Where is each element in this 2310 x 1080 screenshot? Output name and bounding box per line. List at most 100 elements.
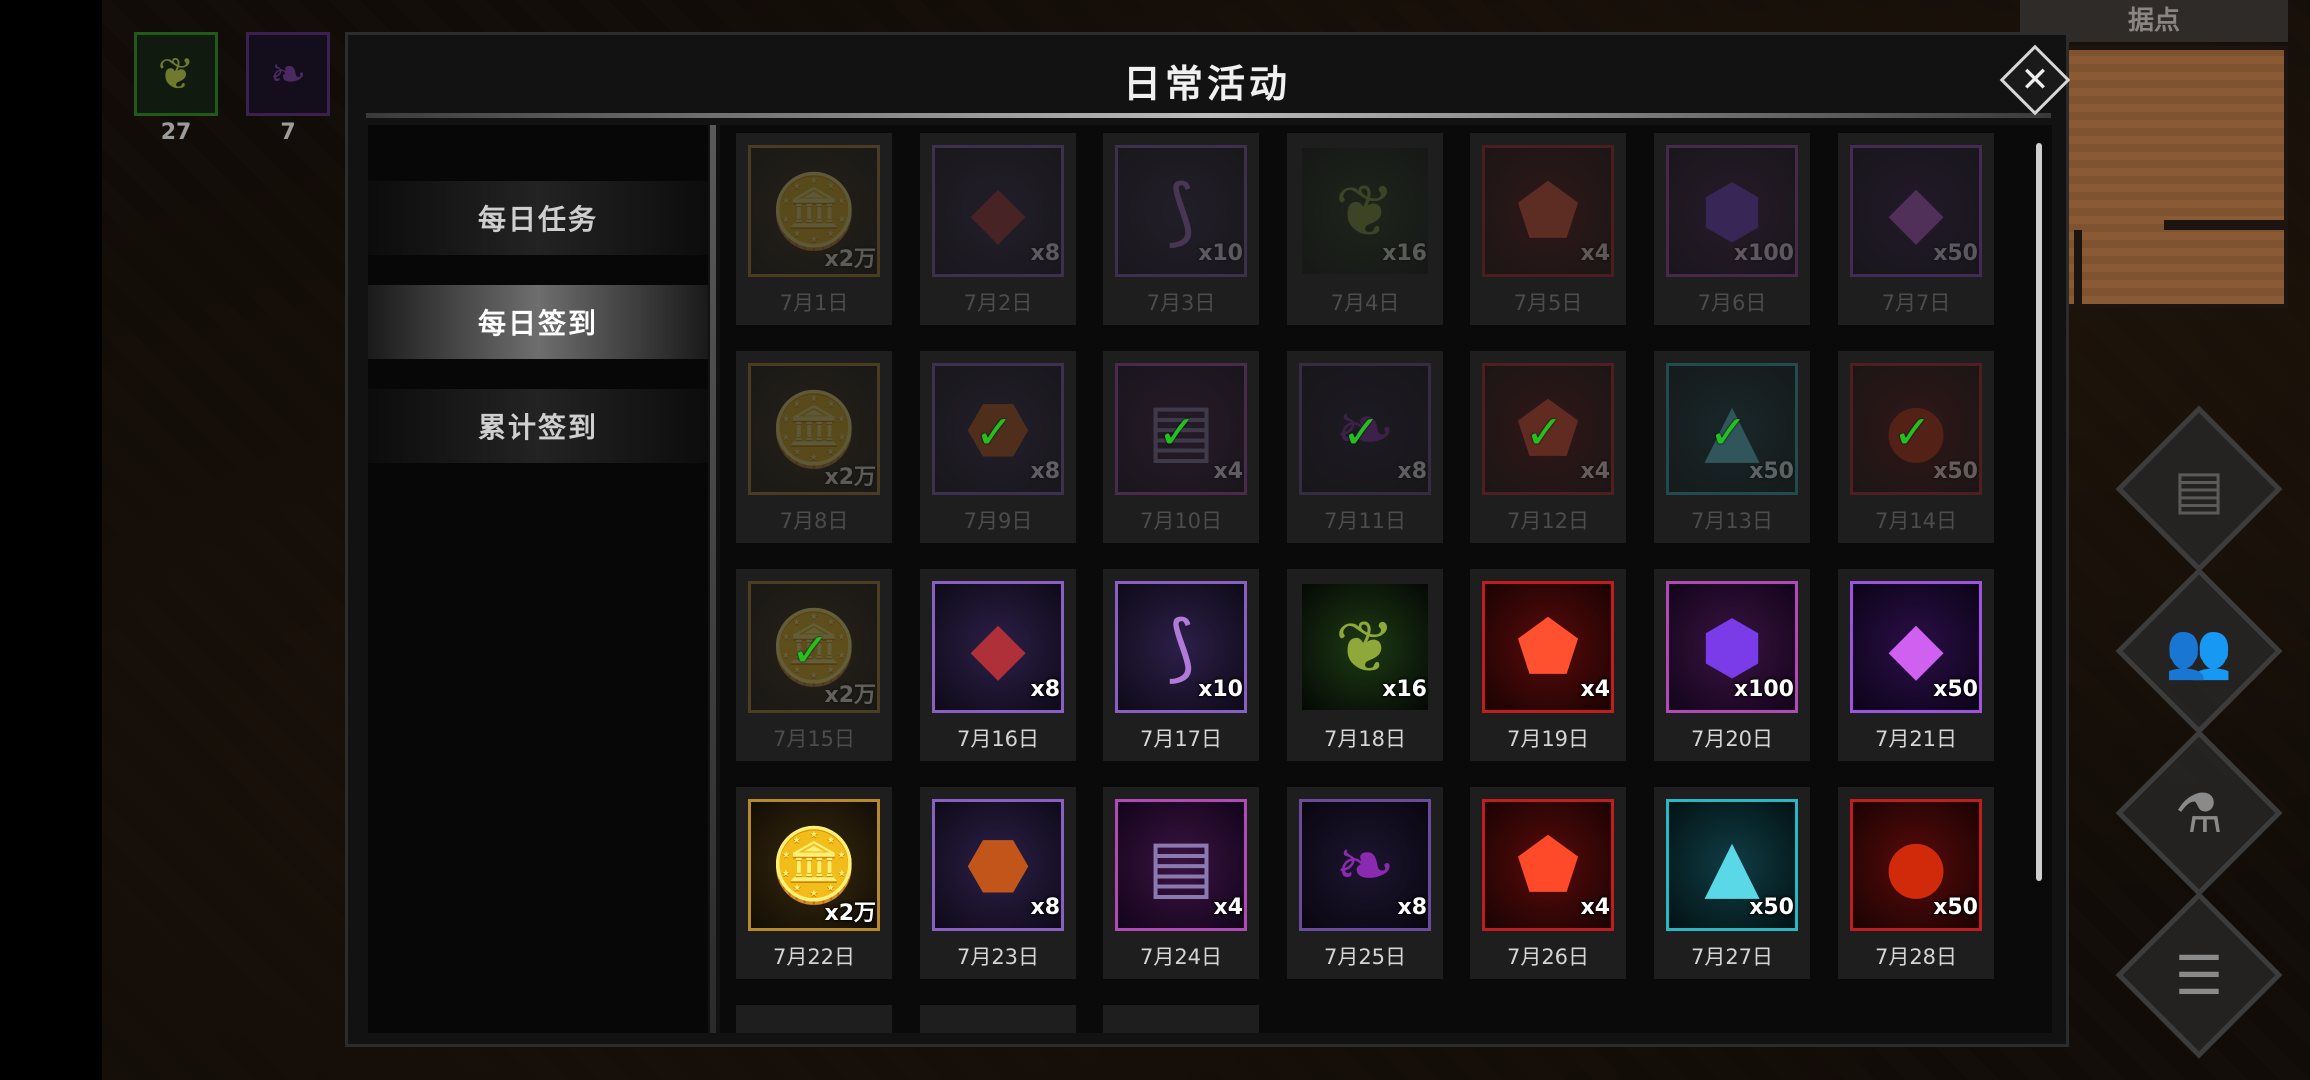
reward-cell[interactable]: ● x50 7月28日 — [1838, 787, 1994, 979]
reward-quantity: x8 — [1030, 895, 1061, 920]
reward-cell[interactable]: ● x50 7月14日 ✓ — [1838, 351, 1994, 543]
violet-diamond-icon: ◆ — [1888, 605, 1944, 689]
reward-cell[interactable]: ▲ x50 7月27日 — [1654, 787, 1810, 979]
reward-cell[interactable]: ❦ x16 7月4日 — [1287, 133, 1443, 325]
fire-crystal-icon: ⬟ — [1516, 605, 1580, 689]
reward-quantity: x16 — [1382, 677, 1427, 702]
seed-icon: ❦ — [157, 48, 195, 100]
party-icon: 👥 — [2165, 619, 2233, 682]
title-divider — [366, 113, 2051, 118]
reward-quantity: x2万 — [824, 683, 877, 708]
dialog-title: 日常活动 — [1122, 62, 1291, 106]
reward-quantity: x8 — [1397, 895, 1428, 920]
tab-cumulative-checkin[interactable]: 累计签到 — [368, 389, 708, 463]
reward-day-label: 7月17日 — [1139, 727, 1223, 751]
reward-quantity: x50 — [1933, 241, 1978, 266]
reward-quantity: x8 — [1030, 459, 1061, 484]
tab-daily-checkin[interactable]: 每日签到 — [368, 285, 708, 359]
reward-quantity: x4 — [1213, 895, 1244, 920]
reward-day-label: 7月9日 — [963, 509, 1033, 533]
reward-day-label: 7月13日 — [1690, 509, 1774, 533]
minimap-wall — [2164, 220, 2288, 230]
reward-cell[interactable]: ❧ x8 7月11日 ✓ — [1287, 351, 1443, 543]
reward-day-label: 7月18日 — [1323, 727, 1407, 751]
reward-grid: 🪙 x2万 7月1日 ◆ x8 7月2日 ⟆ x10 7月3日 ❦ x16 7月4日 ⬟ x4 7月5日 ⬢ x… — [720, 125, 2052, 1033]
reward-day-label: 7月16日 — [956, 727, 1040, 751]
reward-day-label: 7月6日 — [1697, 291, 1767, 315]
reward-cell[interactable]: ⬟ x4 7月12日 ✓ — [1470, 351, 1626, 543]
tab-sidebar: 每日任务 每日签到 累计签到 — [368, 125, 708, 1033]
red-ore-icon: ◆ — [970, 169, 1026, 253]
reward-cell[interactable]: ⬣ x8 7月23日 — [920, 787, 1076, 979]
gold-coins-icon: 🪙 — [769, 823, 859, 907]
reward-cell[interactable]: 🪙 x2万 7月1日 — [736, 133, 892, 325]
reward-day-label: 7月26日 — [1506, 945, 1590, 969]
violet-diamond-icon: ◆ — [1888, 169, 1944, 253]
purple-gem-icon: ⬢ — [1700, 605, 1764, 689]
reward-cell[interactable]: ⬟ x4 7月26日 — [1470, 787, 1626, 979]
reward-cell[interactable]: ◆ x8 7月2日 — [920, 133, 1076, 325]
reward-quantity: x50 — [1933, 895, 1978, 920]
reward-cell[interactable]: ⬢ x100 7月6日 — [1654, 133, 1810, 325]
green-seed-icon: ❦ — [1334, 605, 1396, 689]
minimap-wall — [2074, 230, 2082, 308]
reward-cell[interactable]: ⬢ x100 7月20日 — [1654, 569, 1810, 761]
reward-quantity: x50 — [1749, 459, 1794, 484]
inventory-slot-feather[interactable]: ❧ — [246, 32, 330, 116]
reward-cell[interactable]: ❧ x8 7月25日 — [1287, 787, 1443, 979]
reward-quantity: x2万 — [824, 901, 877, 926]
reward-cell-partial[interactable] — [1103, 1005, 1259, 1033]
inventory-slot-seed[interactable]: ❦ — [134, 32, 218, 116]
reward-cell[interactable]: ▲ x50 7月13日 ✓ — [1654, 351, 1810, 543]
tab-label: 累计签到 — [477, 411, 598, 444]
inventory-count: 7 — [280, 120, 296, 145]
claimed-check-icon: ✓ — [975, 405, 1014, 459]
amber-crystal-icon: ⬣ — [966, 823, 1030, 907]
daily-activity-dialog: 日常活动 ✕ 每日任务 每日签到 累计签到 🪙 x2万 7月1日 ◆ x8 7月2日 ⟆ x1… — [345, 32, 2071, 1047]
reward-cell-partial[interactable] — [736, 1005, 892, 1033]
reward-cell[interactable]: ❦ x16 7月18日 — [1287, 569, 1443, 761]
claimed-check-icon: ✓ — [1525, 405, 1564, 459]
reward-quantity: x8 — [1030, 241, 1061, 266]
fire-orb-icon: ● — [1884, 823, 1948, 907]
reward-quantity: x50 — [1933, 677, 1978, 702]
reward-cell[interactable]: 🪙 x2万 7月15日 ✓ — [736, 569, 892, 761]
gold-coins-icon: 🪙 — [769, 169, 859, 253]
ice-pyramid-icon: ▲ — [1704, 823, 1760, 907]
claimed-check-icon: ✓ — [1342, 405, 1381, 459]
reward-day-label: 7月24日 — [1139, 945, 1223, 969]
reward-cell[interactable]: ⟆ x10 7月17日 — [1103, 569, 1259, 761]
scrollbar[interactable] — [2036, 143, 2042, 881]
reward-cell[interactable]: ▤ x4 7月10日 ✓ — [1103, 351, 1259, 543]
reward-day-label: 7月3日 — [1146, 291, 1216, 315]
reward-day-label: 7月11日 — [1323, 509, 1407, 533]
menu-icon: ☰ — [2174, 943, 2224, 1007]
claimed-check-icon: ✓ — [1709, 405, 1748, 459]
reward-cell[interactable]: ⬟ x4 7月5日 — [1470, 133, 1626, 325]
reward-day-label: 7月21日 — [1874, 727, 1958, 751]
reward-day-label: 7月27日 — [1690, 945, 1774, 969]
reward-cell[interactable]: ⬣ x8 7月9日 ✓ — [920, 351, 1076, 543]
reward-cell[interactable]: ◆ x50 7月21日 — [1838, 569, 1994, 761]
reward-day-label: 7月8日 — [779, 509, 849, 533]
reward-cell[interactable]: 🪙 x2万 7月22日 — [736, 787, 892, 979]
feather-icon: ❧ — [269, 48, 307, 100]
scroll-icon: ▤ — [2173, 457, 2225, 521]
reward-day-label: 7月5日 — [1513, 291, 1583, 315]
reward-cell[interactable]: ◆ x8 7月16日 — [920, 569, 1076, 761]
reward-cell-partial[interactable] — [920, 1005, 1076, 1033]
tab-daily-tasks[interactable]: 每日任务 — [368, 181, 708, 255]
fire-crystal-icon: ⬟ — [1516, 169, 1580, 253]
reward-quantity: x100 — [1733, 677, 1794, 702]
claimed-check-icon: ✓ — [1158, 405, 1197, 459]
gold-coins-icon: 🪙 — [769, 387, 859, 471]
reward-cell[interactable]: 🪙 x2万 7月8日 — [736, 351, 892, 543]
reward-cell[interactable]: ⟆ x10 7月3日 — [1103, 133, 1259, 325]
reward-cell[interactable]: ⬟ x4 7月19日 — [1470, 569, 1626, 761]
reward-cell[interactable]: ▤ x4 7月24日 — [1103, 787, 1259, 979]
tab-label: 每日任务 — [477, 203, 598, 236]
reward-day-label: 7月22日 — [772, 945, 856, 969]
reward-quantity: x50 — [1749, 895, 1794, 920]
reward-quantity: x50 — [1933, 459, 1978, 484]
reward-cell[interactable]: ◆ x50 7月7日 — [1838, 133, 1994, 325]
